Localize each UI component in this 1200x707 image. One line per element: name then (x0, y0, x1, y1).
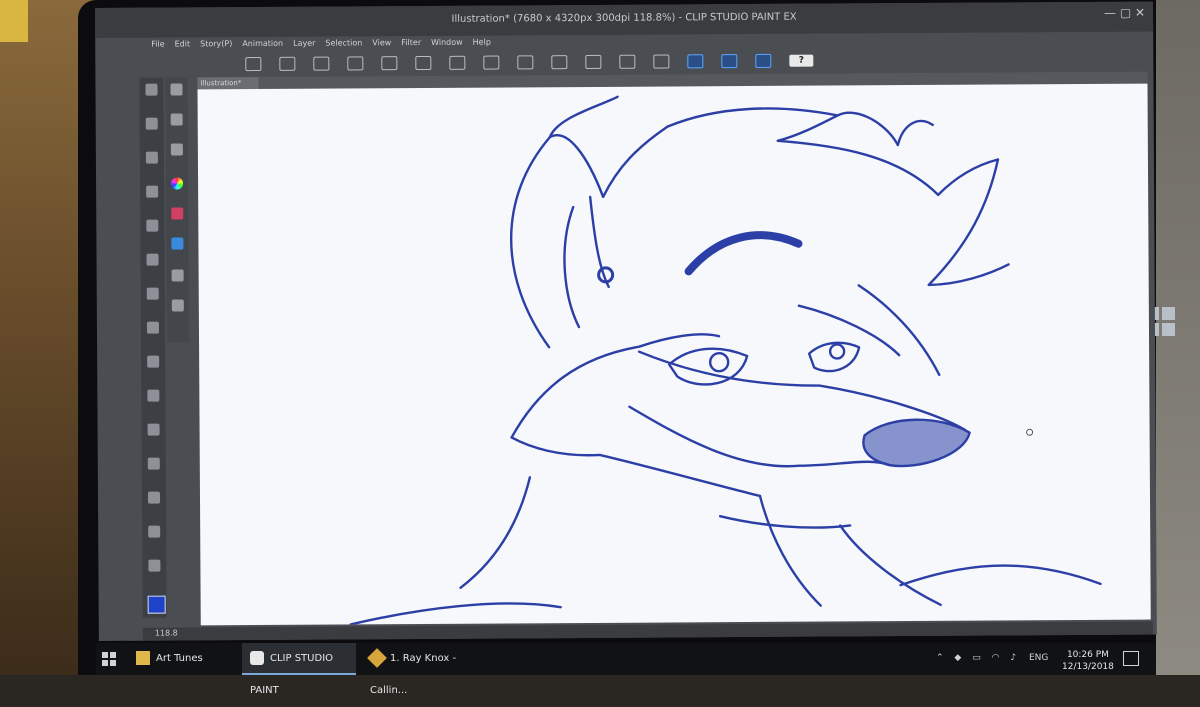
snap-ruler-icon-3[interactable] (755, 53, 772, 68)
clip-studio-menu-icon[interactable] (245, 56, 262, 72)
save-icon[interactable] (347, 56, 364, 71)
airbrush-tool-icon[interactable] (147, 355, 160, 368)
clip-studio-window: Illustration* (7680 x 4320px 300dpi 118.… (95, 1, 1157, 641)
color-wheel-icon[interactable] (171, 177, 184, 190)
navigator-icon[interactable] (171, 299, 184, 312)
drawing-canvas[interactable] (197, 83, 1151, 626)
pen-tool-icon[interactable] (146, 253, 159, 266)
battery-icon[interactable]: ▭ (972, 653, 981, 663)
menu-animation[interactable]: Animation (242, 39, 283, 53)
text-tool-icon[interactable] (148, 559, 161, 572)
menu-file[interactable]: File (151, 40, 164, 54)
title-bar: Illustration* (7680 x 4320px 300dpi 118.… (95, 1, 1154, 38)
system-tray: ⌃ ◆ ▭ ◠ ♪ ENG (936, 653, 1048, 663)
help-button[interactable]: ? (789, 54, 814, 67)
clip-studio-icon (250, 651, 264, 665)
dropbox-icon[interactable]: ◆ (954, 653, 961, 663)
undo-icon[interactable] (381, 56, 398, 71)
zoom-readout: 118.8 (154, 628, 178, 638)
snap-ruler-icon[interactable] (687, 54, 704, 69)
language-indicator[interactable]: ENG (1029, 653, 1048, 663)
window-title: Illustration* (7680 x 4320px 300dpi 118.… (451, 11, 797, 25)
selection-tool-icon-2[interactable] (619, 54, 636, 69)
auto-select-tool-icon[interactable] (146, 185, 159, 198)
menu-filter[interactable]: Filter (401, 38, 421, 52)
notification-center-icon[interactable] (1123, 651, 1139, 666)
menu-edit[interactable]: Edit (175, 39, 191, 53)
pencil-tool-icon[interactable] (146, 287, 159, 300)
menu-selection[interactable]: Selection (325, 38, 362, 52)
transform-icon[interactable] (483, 55, 500, 70)
command-bar: ? (245, 48, 1145, 75)
music-app-icon (367, 648, 387, 668)
sub-tool-icon[interactable] (170, 113, 183, 126)
taskbar-item-music[interactable]: 1. Ray Knox - Callin... (364, 643, 488, 696)
new-file-icon[interactable] (279, 56, 296, 71)
background-wall (1156, 0, 1200, 675)
gradient-tool-icon[interactable] (147, 491, 161, 504)
wifi-icon[interactable]: ◠ (992, 653, 1000, 663)
sticky-note (0, 0, 28, 42)
selection-tool-icon-3[interactable] (653, 54, 670, 69)
start-button[interactable] (102, 652, 116, 666)
search-icon[interactable] (170, 83, 183, 96)
clear-icon[interactable] (517, 55, 534, 70)
move-tool-icon[interactable] (145, 117, 158, 130)
redo-icon[interactable] (415, 55, 432, 71)
color-slider-icon[interactable] (171, 207, 184, 220)
zoom-tool-icon[interactable] (145, 83, 158, 96)
taskbar-item-clip-studio[interactable]: CLIP STUDIO PAINT (242, 643, 356, 696)
open-file-icon[interactable] (313, 56, 330, 71)
brush-size-icon[interactable] (171, 269, 184, 282)
fill-tool-icon[interactable] (147, 457, 160, 470)
document-tab[interactable]: Illustration* (197, 77, 259, 90)
selection-tool-icon[interactable] (145, 151, 158, 164)
taskbar-clock[interactable]: 10:26 PM 12/13/2018 (1062, 649, 1114, 673)
fox-sketch-drawing (349, 95, 1102, 626)
windows-taskbar: Art Tunes CLIP STUDIO PAINT 1. Ray Knox … (96, 643, 1156, 696)
clock-time: 10:26 PM (1066, 650, 1109, 660)
color-set-icon[interactable] (171, 237, 184, 250)
window-controls[interactable]: — ▢ ✕ (1104, 6, 1145, 20)
snap-ruler-icon-2[interactable] (721, 54, 738, 69)
menu-layer[interactable]: Layer (293, 39, 315, 53)
volume-icon[interactable]: ♪ (1010, 653, 1016, 663)
selection-tool-icon[interactable] (585, 54, 602, 70)
menu-story[interactable]: Story(P) (200, 39, 232, 53)
tool-palette (139, 77, 167, 618)
taskbar-item-art-tunes[interactable]: Art Tunes (136, 643, 236, 675)
menu-view[interactable]: View (372, 38, 391, 52)
brush-tool-icon[interactable] (146, 321, 159, 334)
menu-help[interactable]: Help (473, 38, 491, 52)
chevron-up-icon[interactable]: ⌃ (936, 653, 944, 663)
figure-tool-icon[interactable] (148, 525, 161, 538)
eraser-tool-icon[interactable] (147, 423, 160, 436)
menu-window[interactable]: Window (431, 38, 463, 52)
eyedropper-tool-icon[interactable] (146, 219, 159, 232)
crop-icon[interactable] (551, 55, 568, 70)
folder-icon (136, 651, 150, 665)
sub-tool-icon[interactable] (170, 143, 183, 156)
sub-tool-palette (165, 77, 190, 343)
main-color-swatch[interactable] (147, 595, 166, 614)
clock-date: 12/13/2018 (1062, 662, 1114, 672)
loading-icon[interactable] (449, 55, 466, 70)
blend-tool-icon[interactable] (147, 389, 160, 402)
